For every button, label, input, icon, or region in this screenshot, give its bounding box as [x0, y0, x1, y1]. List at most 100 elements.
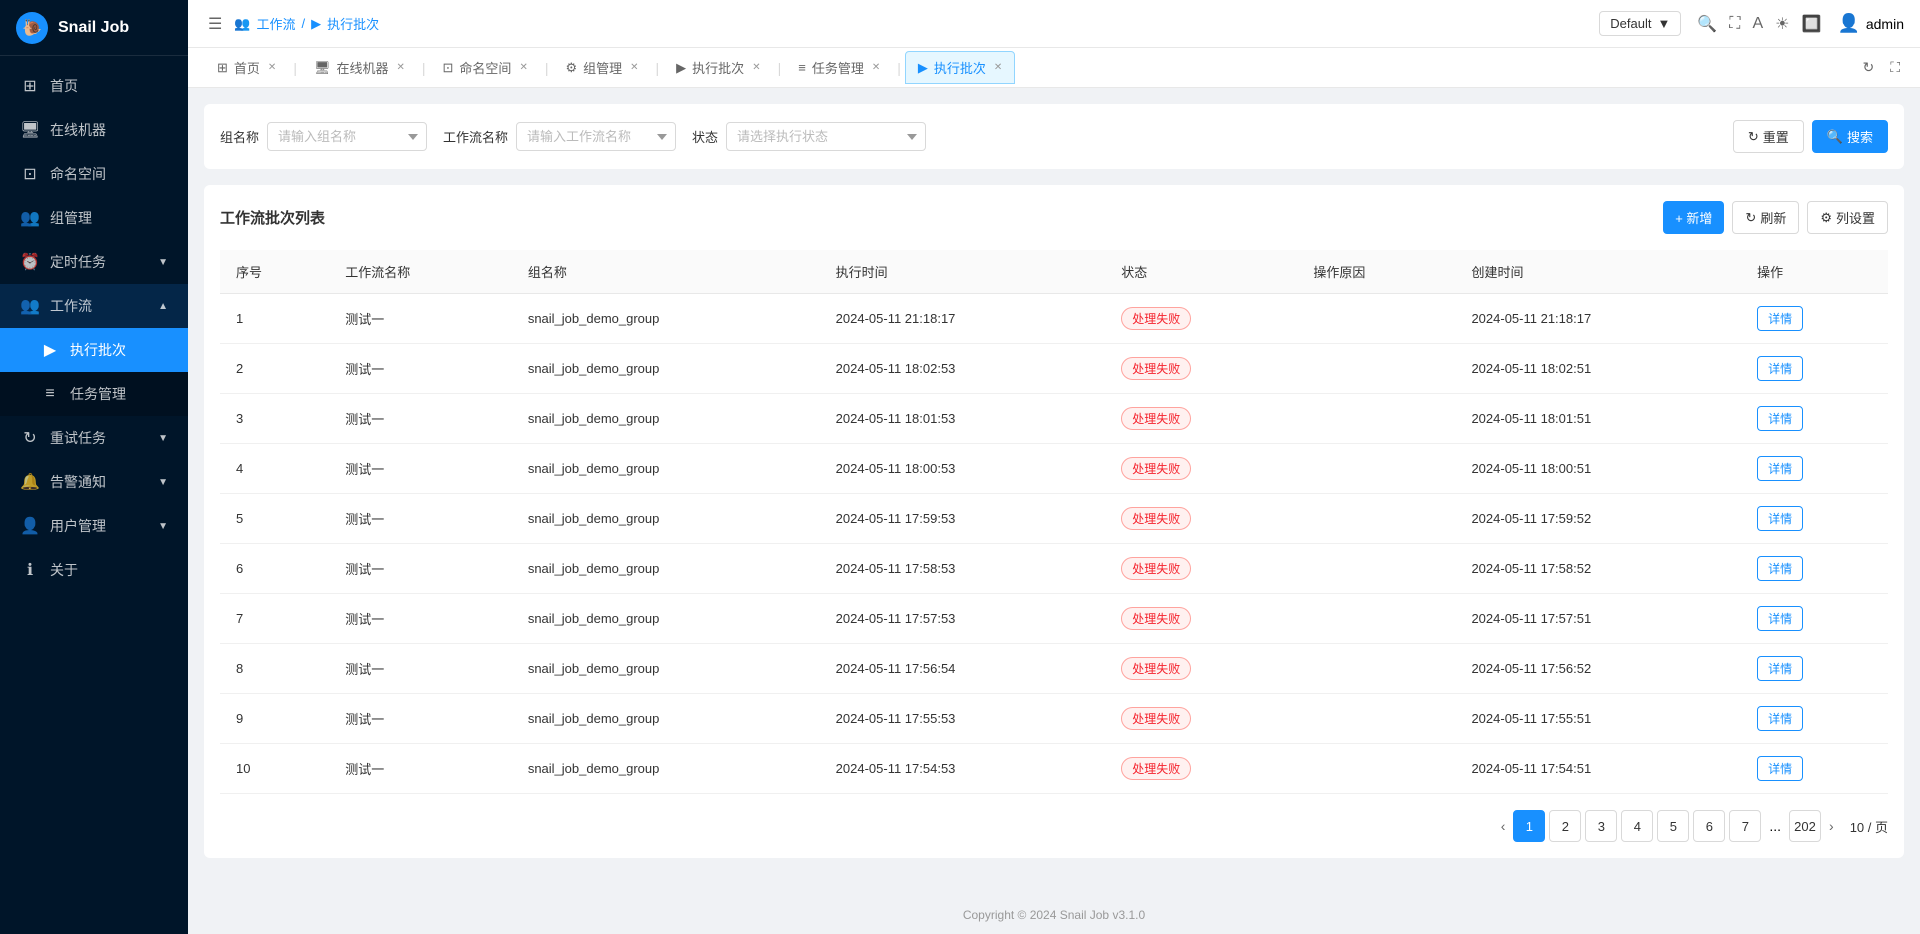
sidebar-item-user-management[interactable]: 👤 用户管理 ▼: [0, 504, 188, 548]
col-action: 操作: [1741, 250, 1888, 294]
main-content: ☰ 👥 工作流 / ▶ 执行批次 Default ▼ 🔍 ⛶ A ☀ 🔲: [188, 0, 1920, 934]
sidebar-item-label: 重试任务: [50, 428, 106, 448]
search-icon[interactable]: 🔍: [1697, 14, 1717, 34]
sidebar-item-workflow[interactable]: 👥 工作流 ▲: [0, 284, 188, 328]
sidebar-item-about[interactable]: ℹ 关于: [0, 548, 188, 592]
page-button-last[interactable]: 202: [1789, 810, 1821, 842]
tab-close-icon[interactable]: ✕: [872, 62, 880, 73]
settings-icon[interactable]: 🔲: [1802, 14, 1822, 34]
tab-namespace[interactable]: ⊡ 命名空间 ✕: [430, 51, 541, 84]
page-button-3[interactable]: 3: [1585, 810, 1617, 842]
cell-status: 处理失败: [1105, 344, 1297, 394]
sidebar-item-task-management[interactable]: ≡ 任务管理: [0, 372, 188, 416]
cell-status: 处理失败: [1105, 744, 1297, 794]
refresh-label: 刷新: [1760, 208, 1786, 227]
status-badge: 处理失败: [1121, 507, 1191, 530]
group-name-select[interactable]: 请输入组名称: [267, 122, 427, 151]
sidebar-item-retry-task[interactable]: ↻ 重试任务 ▼: [0, 416, 188, 460]
page-button-5[interactable]: 5: [1657, 810, 1689, 842]
cell-action: 详情: [1741, 444, 1888, 494]
cell-create-time: 2024-05-11 17:59:52: [1455, 494, 1741, 544]
detail-button[interactable]: 详情: [1757, 706, 1803, 731]
breadcrumb-batch: 执行批次: [327, 14, 379, 33]
cell-create-time: 2024-05-11 18:00:51: [1455, 444, 1741, 494]
cell-workflow-name: 测试一: [329, 694, 512, 744]
sidebar-item-group[interactable]: 👥 组管理: [0, 196, 188, 240]
sidebar-item-label: 执行批次: [70, 340, 126, 360]
next-page-button[interactable]: ›: [1825, 814, 1838, 838]
tab-close-icon[interactable]: ✕: [752, 62, 760, 73]
sidebar-item-timed-task[interactable]: ⏰ 定时任务 ▼: [0, 240, 188, 284]
cell-reason: [1297, 344, 1455, 394]
tabbar: ⊞ 首页 ✕ | 🖥 在线机器 ✕ | ⊡ 命名空间 ✕ | ⚙ 组管理 ✕: [188, 48, 1920, 88]
tab-close-icon[interactable]: ✕: [519, 62, 527, 73]
namespace-selector[interactable]: Default ▼: [1599, 11, 1681, 36]
detail-button[interactable]: 详情: [1757, 656, 1803, 681]
tab-online-machines[interactable]: 🖥 在线机器 ✕: [301, 51, 418, 84]
sidebar-item-alert[interactable]: 🔔 告警通知 ▼: [0, 460, 188, 504]
theme-icon[interactable]: ☀: [1775, 14, 1789, 34]
detail-button[interactable]: 详情: [1757, 356, 1803, 381]
cell-status: 处理失败: [1105, 594, 1297, 644]
detail-button[interactable]: 详情: [1757, 556, 1803, 581]
tab-home-icon: ⊞: [217, 60, 228, 76]
detail-button[interactable]: 详情: [1757, 756, 1803, 781]
cell-workflow-name: 测试一: [329, 544, 512, 594]
cell-group-name: snail_job_demo_group: [512, 744, 820, 794]
page-button-1[interactable]: 1: [1513, 810, 1545, 842]
refresh-tabs-icon[interactable]: ↻: [1858, 55, 1878, 80]
detail-button[interactable]: 详情: [1757, 606, 1803, 631]
tab-close-icon[interactable]: ✕: [268, 62, 276, 73]
sidebar-item-label: 告警通知: [50, 472, 106, 492]
prev-page-button[interactable]: ‹: [1497, 814, 1510, 838]
table-wrapper: 工作流批次列表 + 新增 ↻ 刷新 ⚙ 列设置 序号: [204, 185, 1904, 858]
reset-button[interactable]: ↻ 重置: [1733, 120, 1804, 153]
sidebar-logo[interactable]: 🐌 Snail Job: [0, 0, 188, 56]
status-badge: 处理失败: [1121, 557, 1191, 580]
page-button-7[interactable]: 7: [1729, 810, 1761, 842]
user-menu[interactable]: 👤 admin: [1837, 13, 1904, 34]
table-body: 1 测试一 snail_job_demo_group 2024-05-11 21…: [220, 294, 1888, 794]
new-button[interactable]: + 新增: [1663, 201, 1724, 234]
fullscreen-icon[interactable]: ⛶: [1729, 15, 1740, 33]
collapse-icon[interactable]: ☰: [204, 10, 226, 38]
page-button-2[interactable]: 2: [1549, 810, 1581, 842]
col-group-name: 组名称: [512, 250, 820, 294]
sidebar-item-namespace[interactable]: ⊡ 命名空间: [0, 152, 188, 196]
tab-close-icon[interactable]: ✕: [630, 62, 638, 73]
detail-button[interactable]: 详情: [1757, 306, 1803, 331]
tab-workflow-batch-1[interactable]: ▶ 执行批次 ✕: [663, 51, 773, 84]
sidebar-item-home[interactable]: ⊞ 首页: [0, 64, 188, 108]
cell-action: 详情: [1741, 694, 1888, 744]
search-button[interactable]: 🔍 搜索: [1812, 120, 1888, 153]
page-button-6[interactable]: 6: [1693, 810, 1725, 842]
refresh-button[interactable]: ↻ 刷新: [1732, 201, 1799, 234]
tab-home[interactable]: ⊞ 首页 ✕: [204, 51, 289, 84]
tab-label: 任务管理: [812, 58, 864, 77]
detail-button[interactable]: 详情: [1757, 506, 1803, 531]
tab-workflow-batch-active[interactable]: ▶ 执行批次 ✕: [905, 51, 1015, 84]
tab-icon: ≡: [798, 60, 806, 75]
status-badge: 处理失败: [1121, 457, 1191, 480]
translate-icon[interactable]: A: [1753, 15, 1764, 33]
cell-group-name: snail_job_demo_group: [512, 394, 820, 444]
tab-close-icon[interactable]: ✕: [994, 62, 1002, 73]
sidebar-sub-workflow: ▶ 执行批次 ≡ 任务管理: [0, 328, 188, 416]
status-select[interactable]: 请选择执行状态: [726, 122, 926, 151]
chevron-down-icon: ▼: [158, 433, 168, 444]
sidebar-item-online-machines[interactable]: 🖥 在线机器: [0, 108, 188, 152]
monitor-icon: 🖥: [20, 120, 40, 140]
tab-task-management[interactable]: ≡ 任务管理 ✕: [785, 51, 893, 84]
sidebar-item-workflow-batch[interactable]: ▶ 执行批次: [0, 328, 188, 372]
namespace-value: Default: [1610, 16, 1651, 31]
tab-group-management[interactable]: ⚙ 组管理 ✕: [552, 51, 651, 84]
tab-close-icon[interactable]: ✕: [396, 62, 404, 73]
detail-button[interactable]: 详情: [1757, 406, 1803, 431]
status-badge: 处理失败: [1121, 607, 1191, 630]
breadcrumb-workflow: 工作流: [257, 14, 296, 33]
page-button-4[interactable]: 4: [1621, 810, 1653, 842]
expand-tabs-icon[interactable]: ⛶: [1886, 55, 1904, 80]
detail-button[interactable]: 详情: [1757, 456, 1803, 481]
workflow-name-select[interactable]: 请输入工作流名称: [516, 122, 676, 151]
column-settings-button[interactable]: ⚙ 列设置: [1807, 201, 1888, 234]
